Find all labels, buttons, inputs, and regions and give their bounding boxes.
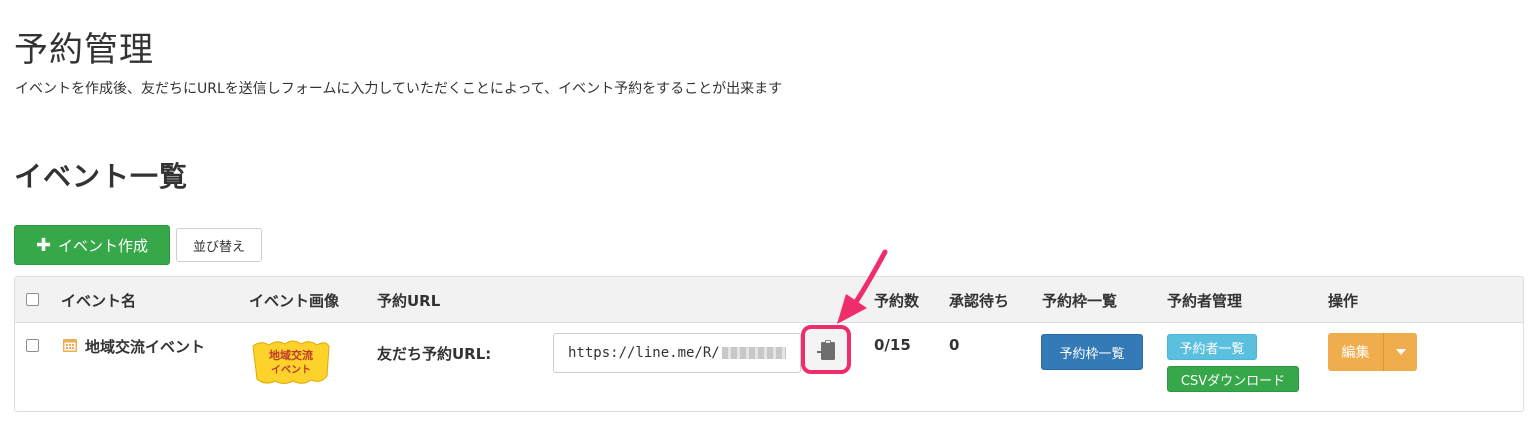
reservers-list-button[interactable]: 予約者一覧 xyxy=(1167,334,1257,360)
url-redacted-mask xyxy=(721,347,786,359)
create-event-button[interactable]: ✚ イベント作成 xyxy=(14,225,170,265)
sort-button[interactable]: 並び替え xyxy=(176,228,262,262)
page-description: イベントを作成後、友だちにURLを送信しフォームに入力していただくことによって、… xyxy=(15,81,783,97)
header-actions: 操作 xyxy=(1328,292,1359,310)
section-title: イベント一覧 xyxy=(14,160,189,193)
create-event-label: イベント作成 xyxy=(58,236,149,255)
header-event-image: イベント画像 xyxy=(249,292,340,310)
event-image-text-2: イベント xyxy=(271,364,311,376)
reserve-url-field[interactable]: https://line.me/R/ xyxy=(553,333,801,373)
annotation-arrow-icon xyxy=(837,249,888,324)
pending-count: 0 xyxy=(949,336,960,354)
select-all-checkbox[interactable] xyxy=(26,293,39,306)
header-slots: 予約枠一覧 xyxy=(1042,292,1118,310)
event-image: 地域交流 イベント xyxy=(252,340,330,384)
friend-url-label: 友だち予約URL: xyxy=(377,345,492,363)
calendar-icon xyxy=(63,339,77,352)
header-reserve-url: 予約URL xyxy=(377,292,441,310)
edit-button[interactable]: 編集 xyxy=(1328,333,1384,371)
plus-icon: ✚ xyxy=(35,234,52,256)
table-header: イベント名 イベント画像 予約URL 予約数 承認待ち 予約枠一覧 予約者管理 … xyxy=(15,277,1523,323)
event-image-text-1: 地域交流 xyxy=(269,348,313,362)
event-name[interactable]: 地域交流イベント xyxy=(85,336,205,357)
event-table: イベント名 イベント画像 予約URL 予約数 承認待ち 予約枠一覧 予約者管理 … xyxy=(14,276,1524,412)
row-checkbox[interactable] xyxy=(26,339,39,352)
slots-list-button[interactable]: 予約枠一覧 xyxy=(1041,334,1143,370)
page-title: 予約管理 xyxy=(14,30,154,70)
header-pending: 承認待ち xyxy=(949,292,1010,310)
edit-dropdown-toggle[interactable] xyxy=(1384,333,1417,371)
clipboard-copy-icon xyxy=(817,339,835,360)
csv-download-button[interactable]: CSVダウンロード xyxy=(1167,366,1299,392)
header-event-name: イベント名 xyxy=(61,292,137,310)
caret-down-icon xyxy=(1395,349,1406,355)
edit-button-group: 編集 xyxy=(1328,333,1417,371)
reserve-url-value: https://line.me/R/ xyxy=(568,345,720,361)
header-reservers: 予約者管理 xyxy=(1167,292,1243,310)
